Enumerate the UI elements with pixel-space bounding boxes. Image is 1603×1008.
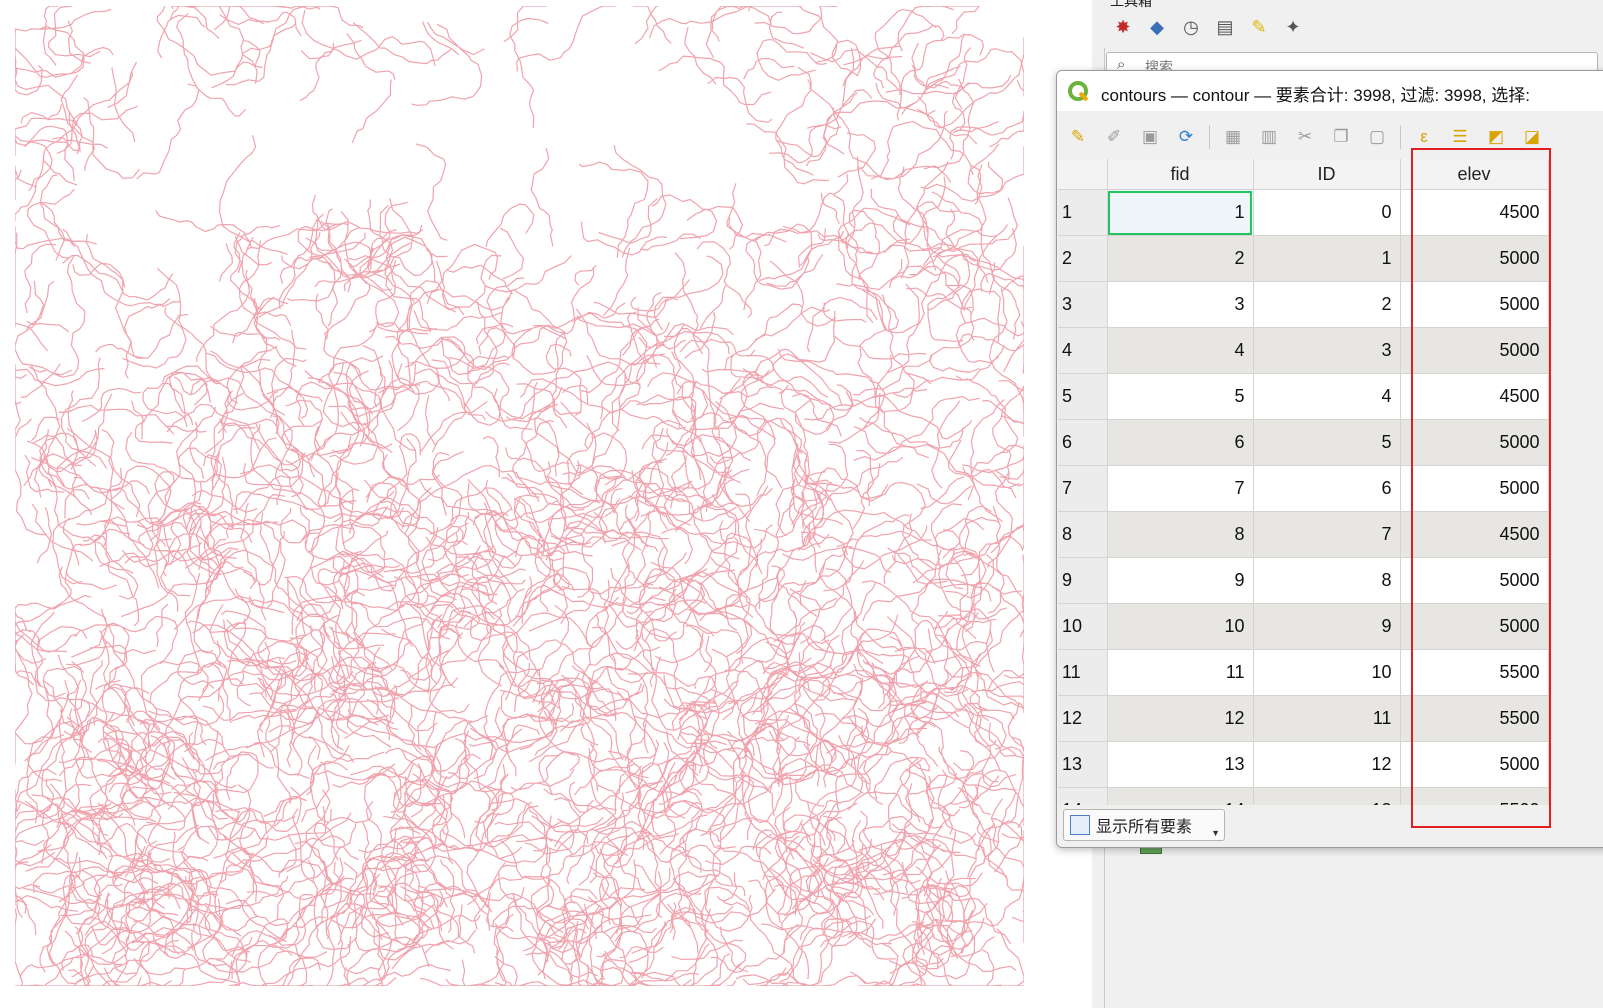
row-header[interactable]: 9 [1058, 557, 1108, 604]
cell-fid[interactable]: 3 [1107, 281, 1254, 328]
qgis-logo-icon [1068, 81, 1089, 102]
cell-id[interactable]: 5 [1253, 419, 1401, 466]
history-icon[interactable]: ◷ [1178, 14, 1204, 40]
cell-id[interactable]: 1 [1253, 235, 1401, 282]
row-header[interactable]: 3 [1058, 281, 1108, 328]
cell-fid[interactable]: 4 [1107, 327, 1254, 374]
show-all-features-button[interactable]: 显示所有要素 ▼ [1063, 809, 1225, 841]
panel-title: 工具箱 [1110, 0, 1152, 9]
row-header[interactable]: 8 [1058, 511, 1108, 558]
paste-icon[interactable]: ▢ [1364, 124, 1390, 150]
table-icon [1070, 815, 1090, 835]
cell-fid[interactable]: 5 [1107, 373, 1254, 420]
cell-id[interactable]: 3 [1253, 327, 1401, 374]
toolbox-toolbar: ✸ ◆ ◷ ▤ ✎ ✦ [1110, 14, 1306, 40]
row-header[interactable]: 1 [1058, 189, 1108, 236]
cell-fid[interactable]: 11 [1107, 649, 1254, 696]
row-header[interactable]: 2 [1058, 235, 1108, 282]
cell-fid[interactable]: 7 [1107, 465, 1254, 512]
delete-feature-icon[interactable]: ▥ [1256, 124, 1282, 150]
invert-selection-icon[interactable]: ◩ [1483, 124, 1509, 150]
processing-gears-icon[interactable]: ✸ [1110, 14, 1136, 40]
cell-fid[interactable]: 1 [1107, 189, 1254, 236]
map-canvas[interactable] [0, 0, 1040, 1008]
row-header[interactable]: 6 [1058, 419, 1108, 466]
edit-icon[interactable]: ✎ [1246, 14, 1272, 40]
add-feature-icon[interactable]: ▦ [1220, 124, 1246, 150]
corner-header[interactable] [1058, 159, 1108, 190]
toolbar-separator [1209, 125, 1210, 149]
row-header[interactable]: 5 [1058, 373, 1108, 420]
cell-fid[interactable]: 13 [1107, 741, 1254, 788]
cell-id[interactable]: 0 [1253, 189, 1401, 236]
cell-id[interactable]: 10 [1253, 649, 1401, 696]
dialog-title: contours — contour — 要素合计: 3998, 过滤: 399… [1101, 86, 1530, 105]
python-icon[interactable]: ◆ [1144, 14, 1170, 40]
multi-edit-icon[interactable]: ✐ [1101, 124, 1127, 150]
cell-id[interactable]: 11 [1253, 695, 1401, 742]
row-header[interactable]: 4 [1058, 327, 1108, 374]
column-header-id[interactable]: ID [1253, 159, 1401, 190]
toolbar-separator [1400, 125, 1401, 149]
elev-column-highlight [1411, 148, 1551, 828]
dropdown-arrow-icon: ▼ [1211, 828, 1220, 838]
copy-icon[interactable]: ❐ [1328, 124, 1354, 150]
cell-id[interactable]: 6 [1253, 465, 1401, 512]
cell-id[interactable]: 12 [1253, 741, 1401, 788]
contour-layer [15, 6, 1024, 986]
cell-fid[interactable]: 6 [1107, 419, 1254, 466]
save-edits-icon[interactable]: ▣ [1137, 124, 1163, 150]
options-wrench-icon[interactable]: ✦ [1280, 14, 1306, 40]
cell-id[interactable]: 7 [1253, 511, 1401, 558]
contour-lines [15, 6, 1024, 986]
cell-id[interactable]: 8 [1253, 557, 1401, 604]
cell-id[interactable]: 4 [1253, 373, 1401, 420]
cell-fid[interactable]: 12 [1107, 695, 1254, 742]
row-header[interactable]: 12 [1058, 695, 1108, 742]
row-header[interactable]: 10 [1058, 603, 1108, 650]
cell-id[interactable]: 9 [1253, 603, 1401, 650]
row-header[interactable]: 7 [1058, 465, 1108, 512]
cell-fid[interactable]: 9 [1107, 557, 1254, 604]
cell-fid[interactable]: 2 [1107, 235, 1254, 282]
cell-fid[interactable]: 10 [1107, 603, 1254, 650]
cut-icon[interactable]: ✂ [1292, 124, 1318, 150]
column-header-fid[interactable]: fid [1107, 159, 1254, 190]
cell-id[interactable]: 2 [1253, 281, 1401, 328]
reload-icon[interactable]: ⟳ [1173, 124, 1199, 150]
deselect-icon[interactable]: ◪ [1519, 124, 1545, 150]
select-all-icon[interactable]: ☰ [1447, 124, 1473, 150]
show-all-label: 显示所有要素 [1096, 819, 1193, 836]
row-header[interactable]: 11 [1058, 649, 1108, 696]
results-icon[interactable]: ▤ [1212, 14, 1238, 40]
toggle-editing-icon[interactable]: ✎ [1065, 124, 1091, 150]
dialog-titlebar[interactable]: contours — contour — 要素合计: 3998, 过滤: 399… [1057, 71, 1603, 111]
row-header[interactable]: 13 [1058, 741, 1108, 788]
cell-fid[interactable]: 8 [1107, 511, 1254, 558]
expression-select-icon[interactable]: ε [1411, 124, 1437, 150]
